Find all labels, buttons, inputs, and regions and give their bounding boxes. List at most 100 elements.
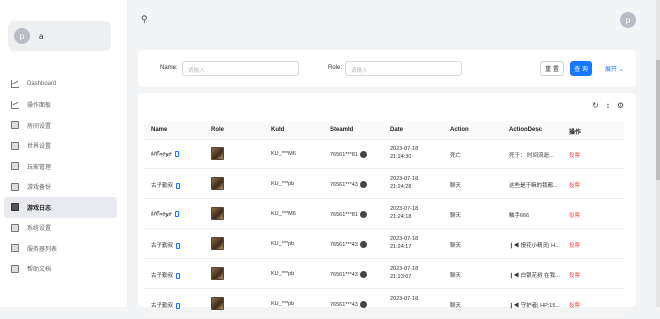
table-row: 古子勤叔 KU_***pb 76561***43 2023-07-18 21:24:28…: [144, 170, 624, 199]
date-cell: 2023-07-18: [390, 206, 419, 212]
box-icon: [11, 244, 19, 253]
query-button[interactable]: 查 询: [570, 61, 592, 76]
date-cell: 2023-07-18: [390, 236, 419, 242]
phone-icon: [174, 211, 179, 217]
search-icon[interactable]: ⚲: [141, 14, 148, 25]
time-cell: 21:24:18: [390, 214, 412, 220]
action-cell: 聊天: [450, 273, 462, 279]
settings-icon[interactable]: ⚙: [617, 101, 624, 110]
kuid-cell: KU_***pb: [271, 271, 295, 277]
time-cell: 21:23:07: [390, 274, 412, 280]
row-action-link[interactable]: 投票: [569, 241, 580, 249]
sidebar-item-label: 游戏备份: [27, 185, 52, 192]
reset-button[interactable]: 重 置: [540, 61, 564, 76]
density-icon[interactable]: ↕: [606, 101, 610, 110]
chart-icon: [11, 100, 19, 109]
user-card[interactable]: p a: [8, 21, 111, 51]
column-header: Date: [390, 127, 404, 133]
page-scrollbar-thumb[interactable]: [656, 60, 660, 180]
sidebar-item-label: 房间设置: [27, 123, 52, 130]
phone-icon: [176, 302, 181, 309]
action-cell: 聊天: [450, 183, 462, 189]
table-row: 𝑀𝒪𝓃𝑒𝓎𝑒 KU_***M6 76561***81 2023-07-18 21:24:…: [144, 200, 624, 229]
box-icon: [11, 223, 19, 232]
kuid-cell: KU_***M6: [271, 211, 296, 217]
role-avatar: [211, 177, 224, 190]
steam-icon: [359, 241, 367, 248]
date-cell: 2023-07-18: [390, 296, 419, 302]
sidebar-item[interactable]: 服务器列表: [0, 238, 127, 259]
role-avatar: [211, 237, 224, 250]
kuid-cell: KU_***pb: [271, 301, 295, 307]
sidebar-item-label: 系统设置: [27, 226, 52, 233]
sidebar-item-label: Dashboard: [27, 81, 57, 88]
action-desc-cell: 这些是干嘛的我都...: [509, 183, 558, 189]
role-filter-input[interactable]: 请输入: [345, 61, 462, 76]
row-action-link[interactable]: 投票: [569, 301, 580, 309]
kuid-cell: KU_***pb: [271, 241, 295, 247]
sidebar-item[interactable]: 系统设置: [0, 218, 127, 239]
steamid-cell: 76561***43: [330, 271, 367, 278]
sidebar-menu: Dashboard 操作面板房间设置世界设置玩家管理游戏备份游戏日志系统设置服务器…: [0, 74, 127, 279]
box-icon: [11, 182, 19, 191]
column-header: Role: [211, 127, 225, 133]
column-header: Name: [151, 127, 168, 133]
name-filter-input[interactable]: 请输入: [182, 61, 299, 76]
user-name: a: [39, 31, 44, 41]
sidebar-item[interactable]: Dashboard: [0, 74, 127, 95]
steamid-cell: 76561***81: [330, 211, 367, 218]
topbar: ⚲ p: [127, 0, 660, 40]
steam-icon: [359, 151, 367, 158]
table-card: ↻ ↕ ⚙ Name Role KuId SteamId Date Action Actio…: [138, 93, 636, 319]
steamid-cell: 76561***43: [330, 241, 367, 248]
table-row: 古子勤叔 KU_***pb 76561***43 2023-07-18 21:23:07…: [144, 260, 624, 289]
role-avatar: [211, 297, 224, 310]
top-avatar[interactable]: p: [620, 12, 636, 28]
box-icon: [11, 162, 19, 171]
sidebar-item-label: 帮助文档: [27, 267, 52, 274]
kuid-cell: KU_***M6: [271, 151, 296, 157]
sidebar: p a Dashboard 操作面板房间设置世界设置玩家管理游戏备份游戏日志系统设…: [0, 0, 127, 307]
box-icon: [11, 121, 19, 130]
column-header: SteamId: [330, 127, 354, 133]
column-header: KuId: [271, 127, 285, 133]
action-cell: 聊天: [450, 213, 462, 219]
expand-toggle[interactable]: 展开 ⌄: [605, 64, 624, 73]
role-filter-label: Role:: [328, 65, 343, 71]
expand-label: 展开: [605, 67, 618, 73]
phone-icon: [174, 151, 179, 157]
time-cell: 21:24:28: [390, 184, 412, 190]
row-action-link[interactable]: 投票: [569, 151, 580, 159]
row-action-link[interactable]: 投票: [569, 211, 580, 219]
action-cell: 死亡: [450, 153, 462, 159]
sidebar-item-label: 玩家管理: [27, 164, 52, 171]
time-cell: 21:24:17: [390, 244, 412, 250]
steam-icon: [359, 271, 367, 278]
name-cell: 𝑀𝒪𝓃𝑒𝓎𝑒: [151, 211, 179, 218]
steam-icon: [359, 181, 367, 188]
table-row: 古子勤叔 KU_***pb 76561***43 2023-07-18 21:24:17…: [144, 230, 624, 259]
sidebar-item[interactable]: 帮助文档: [0, 259, 127, 280]
steamid-cell: 76561***43: [330, 181, 367, 188]
sidebar-item[interactable]: 操作面板: [0, 95, 127, 116]
filter-card: Name: 请输入 Role: 请输入 重 置 查 询 展开 ⌄: [138, 50, 636, 87]
sidebar-item[interactable]: 游戏备份: [0, 177, 127, 198]
row-action-link[interactable]: 投票: [569, 271, 580, 279]
phone-icon: [176, 242, 181, 249]
sidebar-item-label: 游戏日志: [27, 205, 52, 212]
row-action-link[interactable]: 投票: [569, 181, 580, 189]
avatar[interactable]: p: [14, 28, 30, 44]
sidebar-item[interactable]: 游戏日志: [4, 197, 117, 218]
sidebar-item[interactable]: 世界设置: [0, 136, 127, 157]
action-desc-cell: ❙◀ 守护者| HP:15...: [509, 303, 560, 309]
sidebar-item-label: 操作面板: [27, 103, 52, 110]
chevron-down-icon: ⌄: [618, 67, 624, 73]
chart-icon: [11, 80, 19, 89]
sidebar-item-label: 世界设置: [27, 144, 52, 151]
sidebar-item[interactable]: 房间设置: [0, 115, 127, 136]
steamid-cell: 76561***81: [330, 151, 367, 158]
reload-icon[interactable]: ↻: [592, 101, 599, 110]
name-cell: 古子勤叔: [151, 271, 181, 279]
sidebar-item[interactable]: 玩家管理: [0, 156, 127, 177]
phone-icon: [176, 272, 181, 279]
